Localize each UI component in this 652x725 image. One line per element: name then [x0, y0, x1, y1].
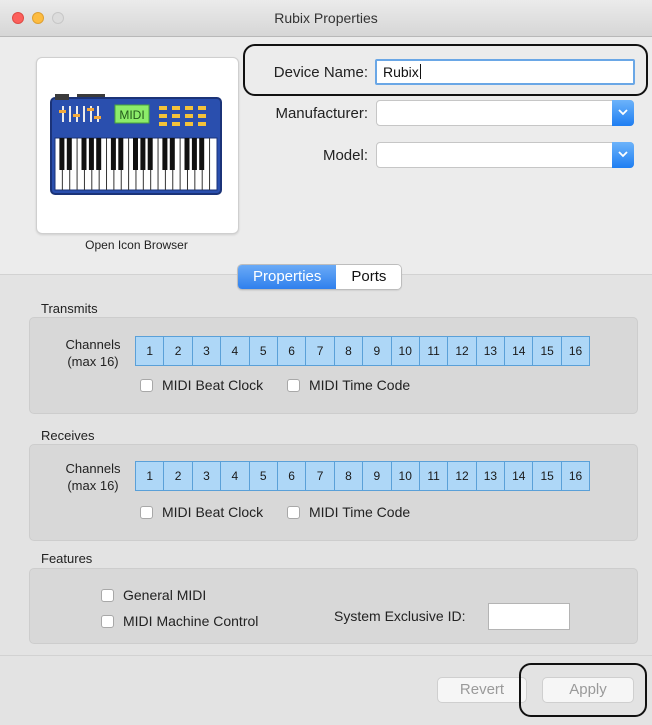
receive-beat-clock-checkbox[interactable]: MIDI Beat Clock	[140, 504, 263, 520]
manufacturer-dropdown-button[interactable]	[612, 100, 634, 126]
transmit-channel-1[interactable]: 1	[135, 336, 165, 366]
channels-text: Channels	[65, 337, 121, 352]
transmit-channel-6[interactable]: 6	[276, 336, 307, 366]
device-icon-well[interactable]: MIDI	[36, 57, 239, 234]
receive-channel-11[interactable]: 11	[418, 461, 449, 491]
receive-channel-12[interactable]: 12	[447, 461, 477, 491]
transmit-channel-12[interactable]: 12	[447, 336, 477, 366]
checkbox-box[interactable]	[287, 378, 300, 392]
transmit-channel-7[interactable]: 7	[305, 336, 335, 366]
tab-control: Properties Ports	[237, 264, 403, 290]
transmit-channel-15[interactable]: 15	[532, 336, 562, 366]
checkbox-label: MIDI Beat Clock	[162, 377, 264, 393]
chevron-down-icon	[618, 151, 628, 158]
revert-button[interactable]: Revert	[437, 677, 527, 703]
open-icon-browser-label[interactable]: Open Icon Browser	[36, 238, 237, 252]
receive-channel-15[interactable]: 15	[532, 461, 562, 491]
midi-keyboard-icon: MIDI	[50, 94, 222, 195]
transmit-channel-4[interactable]: 4	[220, 336, 250, 366]
manufacturer-combo[interactable]	[376, 100, 634, 126]
transmit-channel-13[interactable]: 13	[475, 336, 506, 366]
title-bar: Rubix Properties	[0, 0, 652, 37]
receive-channel-8[interactable]: 8	[333, 461, 364, 491]
midi-display-text: MIDI	[119, 108, 144, 122]
checkbox-label: MIDI Time Code	[309, 504, 411, 520]
model-label: Model:	[322, 147, 368, 164]
transmits-section-label: Transmits	[41, 301, 98, 316]
tab-ports[interactable]: Ports	[336, 265, 402, 289]
transmits-channel-selector: 1 2 3 4 5 6 7 8 9 10 11 12 13 14 15 16	[135, 336, 591, 366]
sysex-id-label: System Exclusive ID:	[334, 608, 466, 624]
transmit-channel-2[interactable]: 2	[163, 336, 193, 366]
receive-channel-13[interactable]: 13	[475, 461, 506, 491]
receive-channel-6[interactable]: 6	[276, 461, 307, 491]
transmits-channels-label: Channels (max 16)	[50, 336, 136, 370]
checkbox-box[interactable]	[101, 614, 114, 628]
properties-window: Rubix Properties MIDI Open Icon Browser …	[0, 0, 652, 725]
max-channels-text: (max 16)	[67, 478, 119, 493]
device-name-label: Device Name:	[273, 64, 368, 81]
receive-channel-16[interactable]: 16	[560, 461, 591, 491]
receive-channel-10[interactable]: 10	[390, 461, 420, 491]
receive-channel-7[interactable]: 7	[305, 461, 335, 491]
receive-time-code-checkbox[interactable]: MIDI Time Code	[287, 504, 410, 520]
checkbox-box[interactable]	[101, 588, 114, 602]
receives-channels-label: Channels (max 16)	[50, 460, 136, 494]
midi-machine-control-checkbox[interactable]: MIDI Machine Control	[101, 613, 258, 629]
checkbox-box[interactable]	[140, 378, 153, 392]
model-dropdown-button[interactable]	[612, 142, 634, 168]
device-info-area: MIDI Open Icon Browser Device Name: Rubi…	[0, 37, 652, 273]
checkbox-box[interactable]	[287, 505, 300, 519]
transmit-channel-8[interactable]: 8	[333, 336, 364, 366]
checkbox-label: MIDI Machine Control	[123, 613, 259, 629]
channels-text: Channels	[65, 461, 121, 476]
receive-channel-2[interactable]: 2	[163, 461, 193, 491]
max-channels-text: (max 16)	[67, 354, 119, 369]
transmit-channel-16[interactable]: 16	[560, 336, 591, 366]
transmit-beat-clock-checkbox[interactable]: MIDI Beat Clock	[140, 377, 263, 393]
manufacturer-label: Manufacturer:	[275, 105, 368, 122]
receives-channel-selector: 1 2 3 4 5 6 7 8 9 10 11 12 13 14 15 16	[135, 461, 591, 491]
receive-channel-3[interactable]: 3	[191, 461, 222, 491]
device-name-value: Rubix	[383, 64, 419, 80]
features-section-label: Features	[41, 551, 93, 566]
transmit-channel-14[interactable]: 14	[504, 336, 534, 366]
receive-channel-9[interactable]: 9	[362, 461, 392, 491]
window-title: Rubix Properties	[274, 10, 378, 26]
receive-channel-1[interactable]: 1	[135, 461, 165, 491]
sysex-id-field[interactable]	[488, 603, 570, 630]
apply-button[interactable]: Apply	[542, 677, 634, 703]
checkbox-label: General MIDI	[123, 587, 207, 603]
receive-channel-5[interactable]: 5	[248, 461, 278, 491]
receive-channel-4[interactable]: 4	[220, 461, 250, 491]
transmit-time-code-checkbox[interactable]: MIDI Time Code	[287, 377, 410, 393]
transmit-channel-5[interactable]: 5	[248, 336, 278, 366]
checkbox-label: MIDI Beat Clock	[162, 504, 264, 520]
transmit-channel-11[interactable]: 11	[418, 336, 449, 366]
chevron-down-icon	[618, 109, 628, 116]
footer-divider	[0, 655, 652, 656]
general-midi-checkbox[interactable]: General MIDI	[101, 587, 206, 603]
device-name-field[interactable]: Rubix	[375, 59, 635, 85]
receive-channel-14[interactable]: 14	[504, 461, 534, 491]
receives-section-label: Receives	[41, 428, 95, 443]
checkbox-label: MIDI Time Code	[309, 377, 411, 393]
tab-properties[interactable]: Properties	[238, 265, 337, 289]
transmit-channel-10[interactable]: 10	[390, 336, 420, 366]
text-cursor	[419, 64, 421, 79]
transmit-channel-9[interactable]: 9	[362, 336, 392, 366]
model-combo[interactable]	[376, 142, 634, 168]
transmit-channel-3[interactable]: 3	[191, 336, 222, 366]
checkbox-box[interactable]	[140, 505, 153, 519]
